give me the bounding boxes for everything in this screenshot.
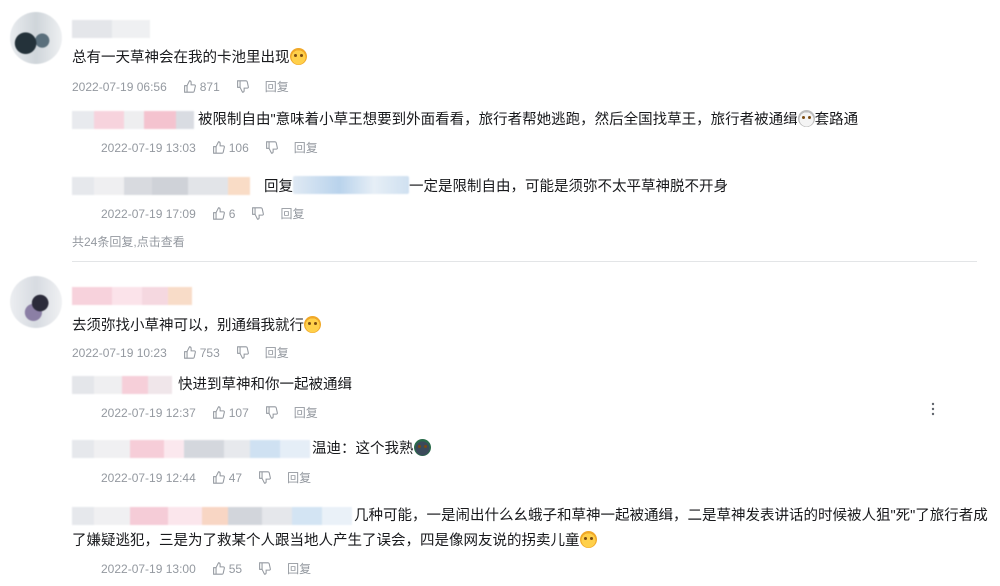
- like-button[interactable]: 871: [183, 80, 220, 94]
- timestamp: 2022-07-19 12:37: [101, 405, 196, 420]
- reply-text-line-2: 了嫌疑逃犯，三是为了救某个人跟当地人产生了误会，四是像网友说的拐卖儿童: [72, 531, 597, 551]
- like-count: 753: [199, 345, 220, 360]
- thumbs-up-icon: [212, 562, 225, 575]
- reply-button[interactable]: 回复: [294, 139, 318, 156]
- timestamp: 2022-07-19 06:56: [72, 79, 167, 94]
- thumbs-down-icon: [252, 207, 265, 220]
- comment-meta: 2022-07-19 06:56 871 回复: [72, 78, 289, 95]
- like-count: 6: [228, 206, 236, 221]
- like-count: 106: [228, 140, 249, 155]
- reply-username-blurred[interactable]: [72, 177, 250, 195]
- reply-meta: 2022-07-19 13:00 55 回复: [101, 560, 311, 577]
- reply-username-blurred[interactable]: [72, 440, 310, 458]
- like-count: 107: [228, 405, 249, 420]
- thumbs-up-icon: [183, 346, 196, 359]
- thumbs-down-icon: [265, 406, 278, 419]
- character-emoji-icon: [413, 439, 431, 456]
- like-count: 55: [228, 561, 243, 576]
- timestamp: 2022-07-19 13:00: [101, 561, 196, 576]
- avatar[interactable]: [10, 276, 62, 328]
- thumbs-up-icon: [183, 80, 196, 93]
- reply-meta: 2022-07-19 12:37 107 回复: [101, 404, 318, 421]
- reply-text: 被限制自由"意味着小草王想要到外面看看，旅行者帮她逃跑，然后全国找草王，旅行者被…: [198, 110, 859, 128]
- reply-username-blurred[interactable]: [72, 507, 352, 525]
- thumbs-up-icon: [212, 406, 225, 419]
- timestamp: 2022-07-19 17:09: [101, 206, 196, 221]
- dislike-button[interactable]: [258, 562, 272, 575]
- more-replies: 共24条回复,点击查看: [72, 233, 185, 250]
- cat-emoji-icon: [579, 531, 597, 548]
- mentioned-user-blurred[interactable]: [293, 176, 409, 194]
- reply-text: 回复 一定是限制自由，可能是须弥不太平草神脱不开身: [264, 176, 728, 197]
- thumbs-down-icon: [259, 471, 272, 484]
- cat-emoji-icon: [797, 110, 815, 127]
- timestamp: 2022-07-19 12:44: [101, 470, 196, 485]
- reply-text: 温迪：这个我熟: [312, 439, 431, 459]
- dislike-button[interactable]: [265, 406, 278, 419]
- reply-username-blurred[interactable]: [72, 111, 194, 129]
- reply-count-text: 共24条回复,: [72, 235, 137, 249]
- reply-text: 快进到草神和你一起被通缉: [178, 377, 352, 393]
- reply-prefix: 回复: [264, 179, 293, 195]
- like-button[interactable]: 6: [212, 206, 236, 221]
- dislike-button[interactable]: [265, 141, 278, 154]
- cat-emoji-icon: [304, 316, 321, 333]
- comment-text: 去须弥找小草神可以，别通缉我就行: [72, 316, 321, 336]
- comment-text: 总有一天草神会在我的卡池里出现: [72, 48, 307, 68]
- avatar[interactable]: [10, 12, 62, 64]
- thumbs-down-icon: [236, 346, 249, 359]
- view-more-link[interactable]: 点击查看: [137, 235, 185, 249]
- reply-button[interactable]: 回复: [265, 78, 289, 95]
- thumbs-up-icon: [212, 141, 225, 154]
- thumbs-down-icon: [265, 141, 278, 154]
- thread-divider: [72, 261, 977, 262]
- like-button[interactable]: 107: [212, 406, 249, 420]
- timestamp: 2022-07-19 10:23: [72, 345, 167, 360]
- reply-username-blurred[interactable]: [72, 376, 172, 394]
- cat-emoji-icon: [289, 48, 307, 65]
- like-button[interactable]: 106: [212, 141, 249, 155]
- thumbs-down-icon: [259, 562, 272, 575]
- dislike-button[interactable]: [251, 207, 265, 220]
- like-button[interactable]: 55: [212, 562, 242, 576]
- timestamp: 2022-07-19 13:03: [101, 140, 196, 155]
- reply-button[interactable]: 回复: [287, 560, 311, 577]
- reply-button[interactable]: 回复: [287, 469, 311, 486]
- thumbs-up-icon: [212, 207, 225, 220]
- username-blurred[interactable]: [72, 287, 192, 305]
- like-button[interactable]: 753: [183, 346, 220, 360]
- reply-meta: 2022-07-19 13:03 106 回复: [101, 139, 318, 156]
- like-count: 871: [199, 79, 220, 94]
- thumbs-down-icon: [236, 80, 249, 93]
- reply-meta: 2022-07-19 12:44 47 回复: [101, 469, 311, 486]
- reply-button[interactable]: 回复: [294, 404, 318, 421]
- more-options-button[interactable]: [930, 402, 936, 418]
- comment-meta: 2022-07-19 10:23 753 回复: [72, 344, 289, 361]
- like-button[interactable]: 47: [212, 471, 242, 485]
- username-blurred[interactable]: [72, 20, 150, 38]
- dislike-button[interactable]: [236, 80, 249, 93]
- dislike-button[interactable]: [236, 346, 249, 359]
- reply-text-line-1: 几种可能，一是闹出什么幺蛾子和草神一起被通缉，二是草神发表讲话的时候被人狙"死"…: [354, 508, 988, 524]
- dislike-button[interactable]: [258, 471, 272, 484]
- like-count: 47: [228, 470, 243, 485]
- reply-meta: 2022-07-19 17:09 6 回复: [101, 205, 304, 222]
- reply-button[interactable]: 回复: [280, 205, 304, 222]
- vertical-dots-icon: [931, 402, 935, 416]
- thumbs-up-icon: [212, 471, 225, 484]
- reply-button[interactable]: 回复: [265, 344, 289, 361]
